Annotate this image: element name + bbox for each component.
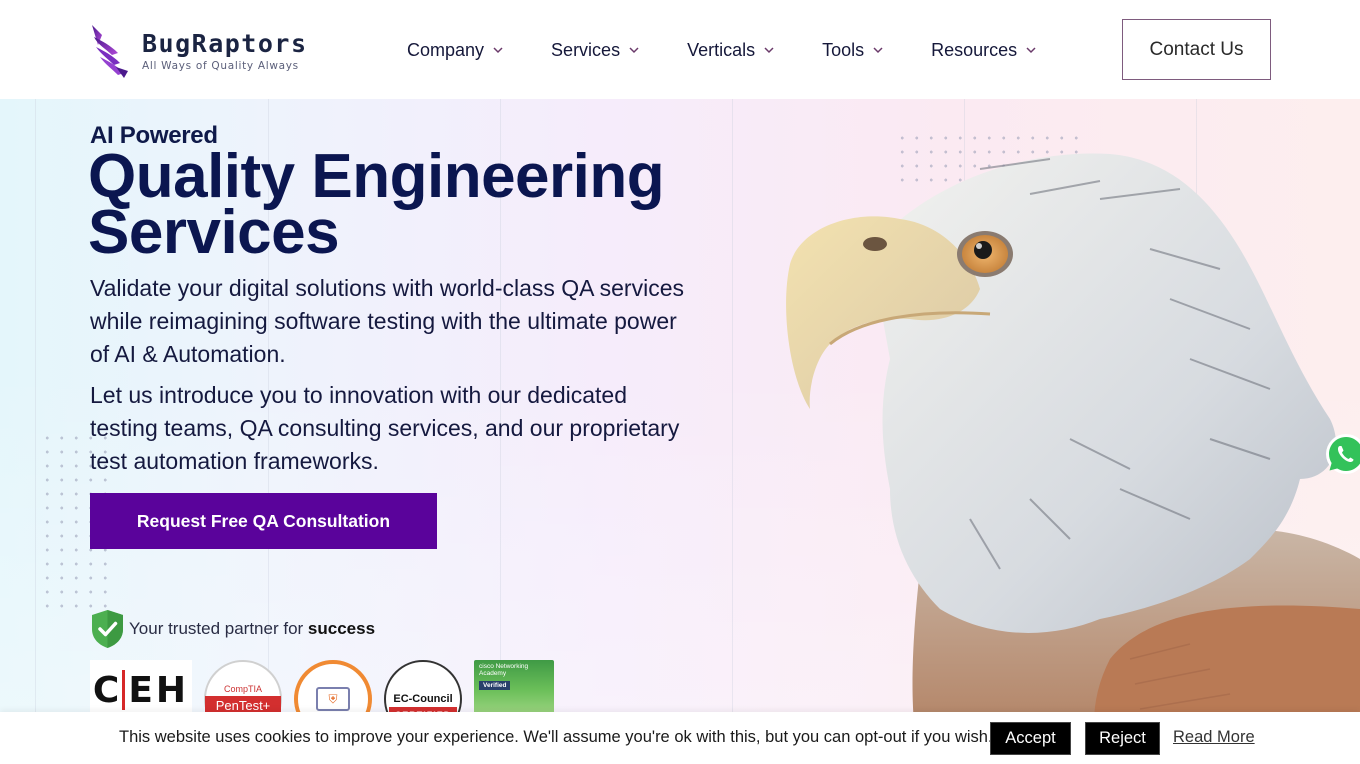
- brand-logo[interactable]: BugRaptors All Ways of Quality Always: [88, 22, 328, 80]
- grid-line: [732, 99, 733, 764]
- brand-tagline: All Ways of Quality Always: [142, 59, 299, 72]
- chevron-down-icon: [1026, 47, 1036, 54]
- main-nav: Company Services Verticals Tools Resourc…: [407, 36, 1084, 64]
- chevron-down-icon: [493, 47, 503, 54]
- trust-text: Your trusted partner for success: [129, 619, 375, 639]
- nav-item-tools[interactable]: Tools: [822, 40, 883, 61]
- trust-emphasis: success: [307, 619, 376, 638]
- raptor-wing-icon: [92, 25, 128, 78]
- ceh-badge: C EH: [90, 660, 192, 720]
- cookie-consent-bar: This website uses cookies to improve you…: [0, 712, 1360, 764]
- nav-label: Verticals: [687, 39, 756, 60]
- pentest-top: CompTIA: [223, 683, 262, 694]
- nav-item-services[interactable]: Services: [551, 40, 639, 61]
- accept-cookies-button[interactable]: Accept: [990, 722, 1071, 755]
- cisco-verified: Verified: [479, 681, 511, 690]
- nav-label: Services: [551, 39, 621, 60]
- shield-check-icon: [92, 610, 123, 648]
- ceh-rest: EH: [128, 669, 190, 711]
- hero-title: Quality Engineering Services: [88, 146, 665, 264]
- cisco-top: cisco Networking Academy: [479, 663, 529, 677]
- request-consultation-button[interactable]: Request Free QA Consultation: [90, 493, 437, 549]
- chevron-down-icon: [873, 47, 883, 54]
- read-more-link[interactable]: Read More: [1173, 728, 1255, 747]
- hero-description: Validate your digital solutions with wor…: [90, 275, 684, 367]
- cisco-badge: cisco Networking Academy Verified: [474, 660, 554, 720]
- eagle-illustration: [786, 153, 1360, 764]
- nav-label: Resources: [931, 39, 1018, 60]
- chevron-down-icon: [629, 47, 639, 54]
- grid-line: [35, 99, 36, 764]
- site-header: BugRaptors All Ways of Quality Always Co…: [0, 0, 1360, 99]
- shield-screen-icon: ⛨: [316, 687, 350, 711]
- contact-us-button[interactable]: Contact Us: [1122, 19, 1271, 80]
- nav-label: Company: [407, 39, 485, 60]
- brand-name: BugRaptors: [142, 28, 308, 58]
- trust-prefix: Your trusted partner for: [129, 619, 308, 638]
- nav-item-resources[interactable]: Resources: [931, 40, 1036, 61]
- nav-item-company[interactable]: Company: [407, 40, 503, 61]
- nav-item-verticals[interactable]: Verticals: [687, 40, 774, 61]
- hero-subdescription: Let us introduce you to innovation with …: [90, 382, 680, 474]
- reject-cookies-button[interactable]: Reject: [1085, 722, 1160, 755]
- chevron-down-icon: [764, 47, 774, 54]
- trust-statement: Your trusted partner for success: [90, 609, 375, 649]
- cookie-message: This website uses cookies to improve you…: [119, 728, 993, 746]
- hero-section: AI Powered Quality Engineering Services …: [0, 99, 1360, 764]
- whatsapp-icon[interactable]: [1324, 432, 1360, 476]
- nav-label: Tools: [822, 39, 865, 60]
- ecc-name: EC-Council: [393, 693, 453, 705]
- hero-title-line2: Services: [88, 198, 340, 267]
